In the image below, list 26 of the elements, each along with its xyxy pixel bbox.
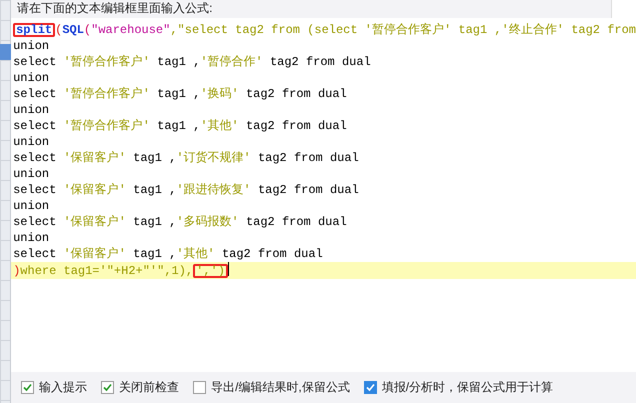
code-line: union: [12, 38, 50, 54]
code-line: select '保留客户' tag1 ,'多码报数' tag2 from dual: [12, 214, 348, 230]
code-line: union: [12, 230, 50, 246]
code-line: split (SQL("warehouse","select tag2 from (select '暂停合作客户' tag1 ,'终止合作' tag2 from: [11, 22, 636, 38]
option-checkbox[interactable]: 关闭前检查: [101, 379, 180, 396]
code-line: select '保留客户' tag1 ,'跟进待恢复' tag2 from dual: [12, 182, 360, 198]
option-checkbox[interactable]: 输入提示: [21, 379, 88, 396]
checkbox[interactable]: [101, 381, 114, 394]
code-line: select '暂停合作客户' tag1 ,'暂停合作' tag2 from dual: [12, 54, 372, 70]
code-line: union: [12, 166, 50, 182]
option-checkbox[interactable]: 导出/编辑结果时,保留公式: [193, 379, 350, 396]
code-line: union: [12, 198, 50, 214]
code-line: select '保留客户' tag1 ,'订货不规律' tag2 from dual: [12, 150, 360, 166]
checkbox[interactable]: [21, 381, 34, 394]
checkbox[interactable]: [364, 381, 377, 394]
code-line: union: [12, 134, 50, 150]
code-line: select '暂停合作客户' tag1 ,'换码' tag2 from dual: [12, 86, 348, 102]
checkbox[interactable]: [193, 381, 206, 394]
prompt-label: 请在下面的文本编辑框里面输入公式:: [16, 0, 212, 16]
code-line: union: [12, 70, 50, 86]
code-line: union: [12, 102, 50, 118]
formula-editor[interactable]: [11, 18, 636, 372]
code-line: select '保留客户' tag1 ,'其他' tag2 from dual: [12, 246, 324, 262]
option-checkbox[interactable]: 填报/分析时，保留公式用于计算: [364, 379, 554, 396]
text-cursor: [228, 262, 229, 276]
code-line: select '暂停合作客户' tag1 ,'其他' tag2 from dual: [12, 118, 348, 134]
